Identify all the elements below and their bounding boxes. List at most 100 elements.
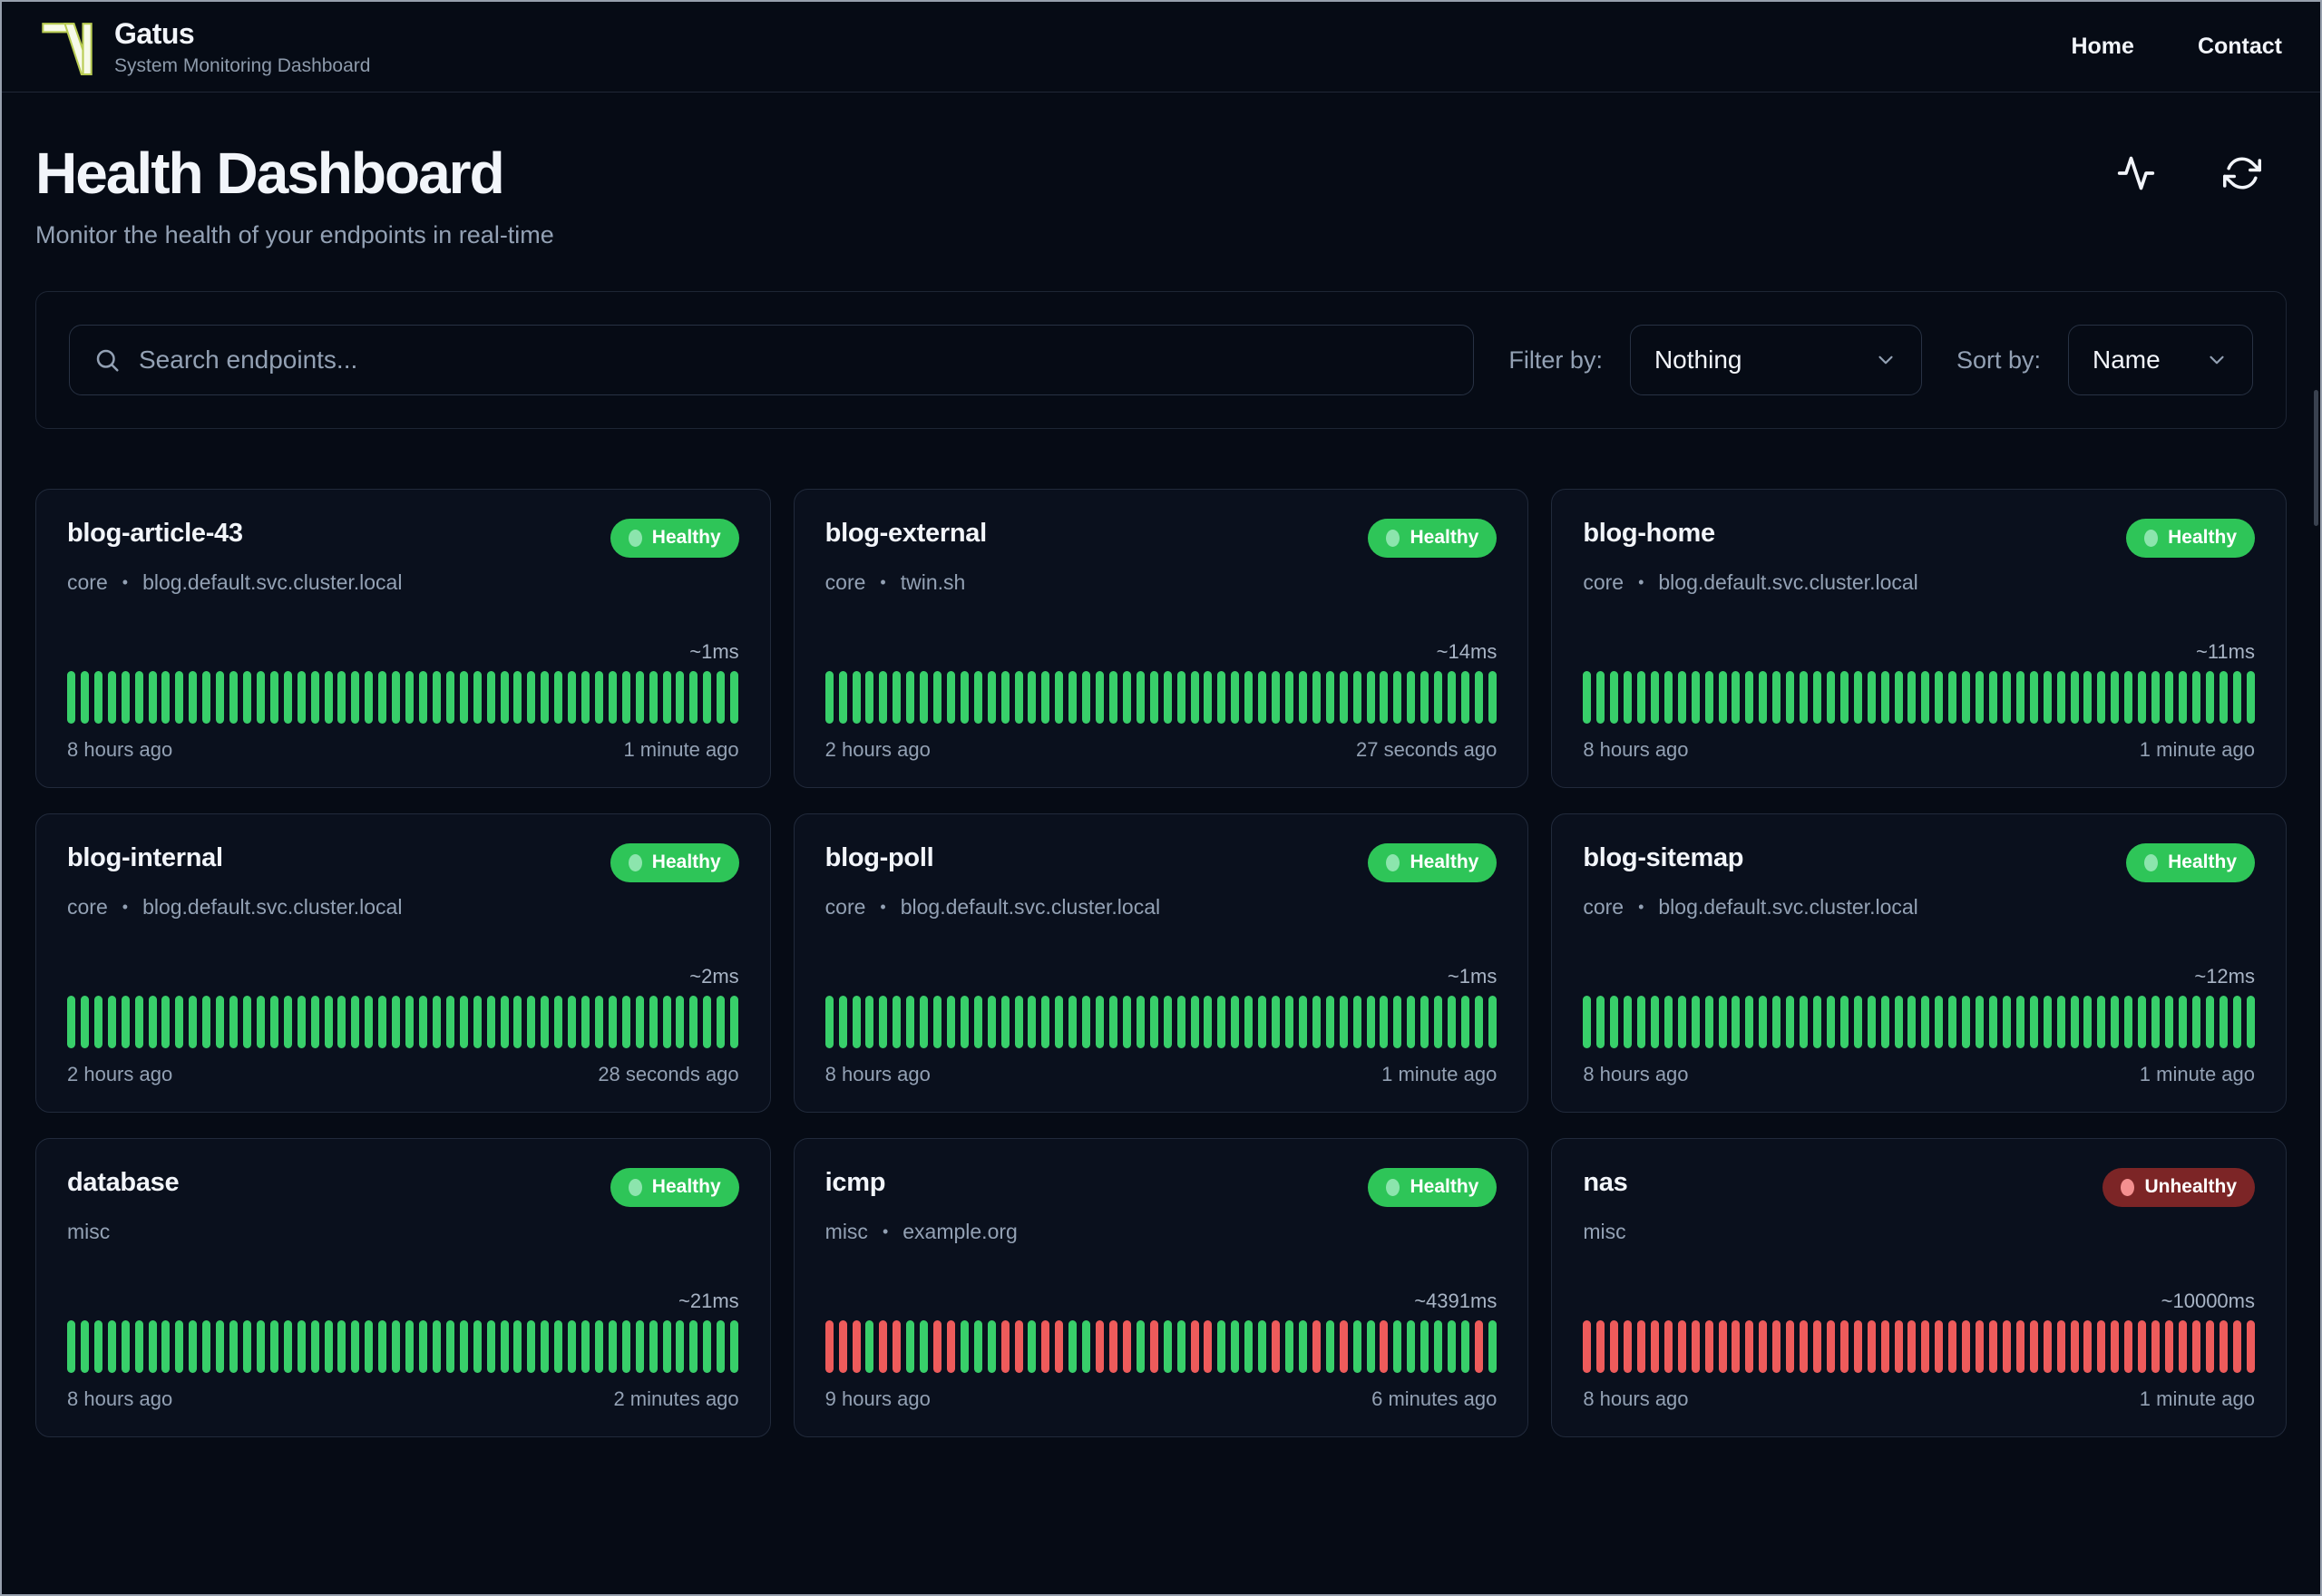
uptime-bar[interactable]	[1663, 671, 1673, 724]
uptime-bar[interactable]	[2015, 671, 2024, 724]
uptime-bar[interactable]	[1055, 671, 1064, 724]
uptime-bar[interactable]	[1813, 996, 1821, 1048]
uptime-bar[interactable]	[852, 671, 861, 724]
uptime-bar[interactable]	[1894, 671, 1903, 724]
uptime-bar[interactable]	[1420, 671, 1429, 724]
uptime-bar[interactable]	[2164, 671, 2173, 724]
uptime-bar[interactable]	[2015, 996, 2024, 1048]
uptime-bar[interactable]	[554, 671, 563, 724]
uptime-bar[interactable]	[1407, 671, 1416, 724]
uptime-bar[interactable]	[1380, 1320, 1389, 1373]
uptime-bar[interactable]	[730, 996, 739, 1048]
uptime-bar[interactable]	[717, 671, 726, 724]
uptime-bar[interactable]	[1176, 671, 1185, 724]
uptime-bar[interactable]	[107, 671, 116, 724]
uptime-bar[interactable]	[1312, 671, 1321, 724]
uptime-bar[interactable]	[2178, 671, 2187, 724]
uptime-bar[interactable]	[93, 671, 102, 724]
uptime-bar[interactable]	[1190, 1320, 1199, 1373]
uptime-bar[interactable]	[852, 1320, 861, 1373]
uptime-bar[interactable]	[1420, 996, 1429, 1048]
uptime-bar[interactable]	[1393, 996, 1402, 1048]
uptime-bar[interactable]	[1434, 996, 1443, 1048]
uptime-bar[interactable]	[1948, 996, 1957, 1048]
uptime-bar[interactable]	[1907, 996, 1917, 1048]
uptime-bar[interactable]	[1014, 996, 1023, 1048]
uptime-bar[interactable]	[838, 1320, 847, 1373]
uptime-bar[interactable]	[378, 1320, 387, 1373]
uptime-bar[interactable]	[635, 996, 644, 1048]
endpoint-card[interactable]: blog-home Healthy core • blog.default.svc.cl…	[1551, 489, 2287, 788]
uptime-bar[interactable]	[2029, 996, 2038, 1048]
uptime-bar[interactable]	[229, 671, 239, 724]
uptime-bar[interactable]	[838, 671, 847, 724]
uptime-bar[interactable]	[500, 671, 509, 724]
uptime-bar[interactable]	[2138, 1320, 2147, 1373]
uptime-bar[interactable]	[1448, 671, 1457, 724]
uptime-bar[interactable]	[324, 996, 333, 1048]
uptime-bar[interactable]	[1663, 1320, 1673, 1373]
uptime-bar[interactable]	[973, 1320, 982, 1373]
uptime-bar[interactable]	[432, 671, 441, 724]
uptime-bar[interactable]	[2111, 1320, 2120, 1373]
uptime-bar[interactable]	[2070, 1320, 2079, 1373]
uptime-bar[interactable]	[513, 671, 522, 724]
uptime-bar[interactable]	[1190, 996, 1199, 1048]
uptime-bar[interactable]	[202, 1320, 211, 1373]
uptime-bar[interactable]	[1921, 996, 1930, 1048]
uptime-bar[interactable]	[1962, 1320, 1971, 1373]
uptime-bar[interactable]	[2056, 671, 2065, 724]
uptime-bar[interactable]	[1460, 671, 1469, 724]
uptime-bar[interactable]	[80, 996, 89, 1048]
uptime-bar[interactable]	[2083, 1320, 2093, 1373]
uptime-bar[interactable]	[2219, 671, 2228, 724]
uptime-bar[interactable]	[703, 1320, 712, 1373]
uptime-bar[interactable]	[2164, 1320, 2173, 1373]
search-input[interactable]	[139, 345, 1450, 375]
uptime-bar[interactable]	[121, 1320, 130, 1373]
uptime-bar[interactable]	[1272, 1320, 1281, 1373]
uptime-bar[interactable]	[581, 1320, 590, 1373]
uptime-bar[interactable]	[351, 996, 360, 1048]
uptime-bar[interactable]	[2178, 996, 2187, 1048]
uptime-bar[interactable]	[1853, 1320, 1862, 1373]
uptime-bar[interactable]	[134, 1320, 143, 1373]
uptime-bar[interactable]	[1880, 1320, 1889, 1373]
uptime-bar[interactable]	[405, 996, 415, 1048]
uptime-bar[interactable]	[1014, 1320, 1023, 1373]
uptime-bar[interactable]	[2002, 671, 2011, 724]
uptime-bar[interactable]	[2178, 1320, 2187, 1373]
endpoint-card[interactable]: blog-internal Healthy core • blog.default.sv…	[35, 813, 771, 1113]
uptime-bar[interactable]	[202, 671, 211, 724]
uptime-bar[interactable]	[933, 1320, 942, 1373]
uptime-bar[interactable]	[824, 996, 834, 1048]
uptime-bar[interactable]	[107, 1320, 116, 1373]
uptime-bar[interactable]	[893, 671, 902, 724]
uptime-bar[interactable]	[1082, 671, 1091, 724]
uptime-bar[interactable]	[310, 671, 319, 724]
uptime-bar[interactable]	[1204, 671, 1213, 724]
uptime-bar[interactable]	[689, 1320, 698, 1373]
uptime-bar[interactable]	[202, 996, 211, 1048]
uptime-bar[interactable]	[2232, 671, 2241, 724]
uptime-bar[interactable]	[1677, 996, 1686, 1048]
uptime-bar[interactable]	[297, 671, 306, 724]
uptime-bar[interactable]	[405, 1320, 415, 1373]
uptime-bar[interactable]	[67, 671, 75, 724]
uptime-bar[interactable]	[893, 1320, 902, 1373]
uptime-bar[interactable]	[1867, 1320, 1876, 1373]
uptime-bar[interactable]	[703, 671, 712, 724]
uptime-bar[interactable]	[1217, 996, 1226, 1048]
uptime-bar[interactable]	[445, 671, 454, 724]
uptime-bar[interactable]	[283, 671, 292, 724]
uptime-bar[interactable]	[865, 996, 874, 1048]
uptime-bar[interactable]	[67, 996, 75, 1048]
uptime-bar[interactable]	[1759, 996, 1768, 1048]
uptime-bar[interactable]	[80, 671, 89, 724]
uptime-bar[interactable]	[960, 996, 969, 1048]
uptime-bar[interactable]	[80, 1320, 89, 1373]
uptime-bar[interactable]	[1163, 671, 1172, 724]
uptime-bar[interactable]	[2124, 671, 2133, 724]
uptime-bar[interactable]	[486, 1320, 495, 1373]
uptime-bar[interactable]	[717, 1320, 726, 1373]
